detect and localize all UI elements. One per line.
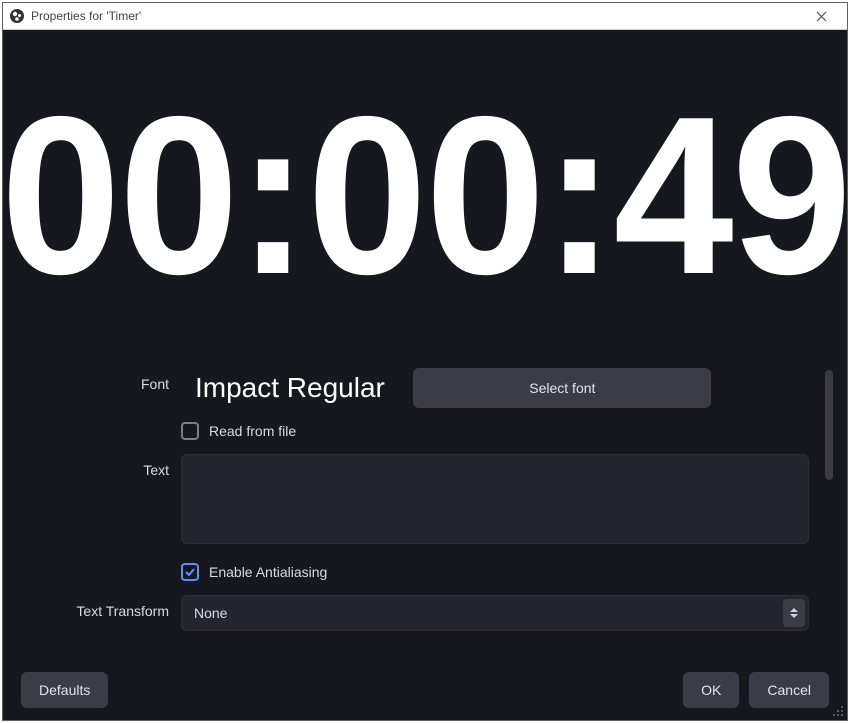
select-stepper[interactable] xyxy=(783,599,805,627)
font-row: Font Impact Regular Select font xyxy=(21,368,829,408)
font-field: Impact Regular Select font xyxy=(181,368,809,408)
source-preview: 00:00:49 xyxy=(3,30,847,350)
close-icon xyxy=(816,11,827,22)
properties-scrollbar[interactable] xyxy=(825,370,833,650)
text-label: Text xyxy=(21,454,181,478)
window-title: Properties for 'Timer' xyxy=(31,9,801,23)
text-transform-row: Text Transform None xyxy=(21,595,829,631)
read-from-file-checkbox[interactable] xyxy=(181,422,199,440)
chevron-up-icon xyxy=(790,608,798,612)
close-button[interactable] xyxy=(801,3,841,29)
titlebar: Properties for 'Timer' xyxy=(3,3,847,30)
text-transform-select[interactable]: None xyxy=(181,595,809,631)
select-font-button[interactable]: Select font xyxy=(413,368,711,408)
text-input[interactable] xyxy=(181,454,809,544)
properties-dialog: Properties for 'Timer' 00:00:49 Font Imp… xyxy=(2,2,848,721)
font-preview: Impact Regular xyxy=(181,368,399,408)
enable-antialiasing-row: Enable Antialiasing xyxy=(181,563,829,581)
read-from-file-row: Read from file xyxy=(181,422,829,440)
enable-antialiasing-checkbox[interactable] xyxy=(181,563,199,581)
enable-antialiasing-label: Enable Antialiasing xyxy=(209,564,327,580)
properties-panel: Font Impact Regular Select font Read fro… xyxy=(3,350,847,660)
check-icon xyxy=(184,566,196,578)
font-label: Font xyxy=(21,368,181,392)
text-transform-label: Text Transform xyxy=(21,595,181,619)
cancel-button[interactable]: Cancel xyxy=(749,672,829,708)
dialog-footer: Defaults OK Cancel xyxy=(3,660,847,720)
chevron-down-icon xyxy=(790,614,798,618)
app-icon xyxy=(9,8,25,24)
text-row: Text xyxy=(21,454,829,549)
dialog-content: 00:00:49 Font Impact Regular Select font… xyxy=(3,30,847,720)
resize-grip[interactable] xyxy=(832,705,844,717)
read-from-file-label: Read from file xyxy=(209,423,296,439)
defaults-button[interactable]: Defaults xyxy=(21,672,108,708)
timer-preview-text: 00:00:49 xyxy=(3,83,847,308)
text-transform-value: None xyxy=(194,605,227,621)
ok-button[interactable]: OK xyxy=(683,672,739,708)
scrollbar-thumb[interactable] xyxy=(825,370,833,480)
